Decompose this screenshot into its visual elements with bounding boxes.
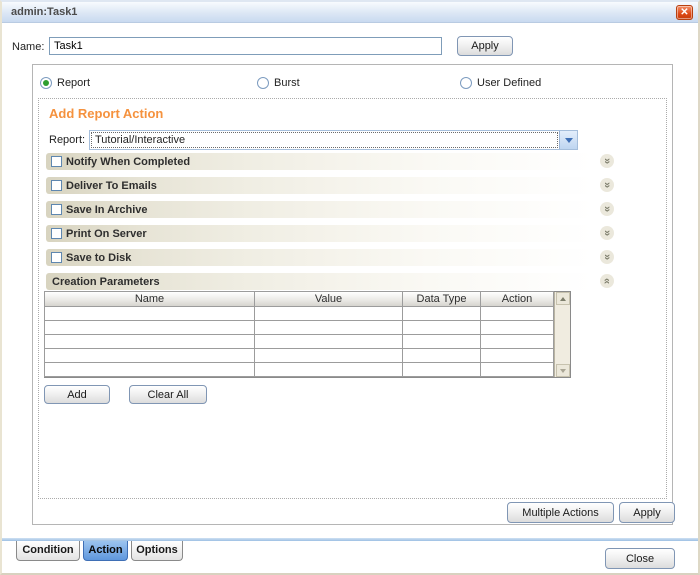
column-header-data-type[interactable]: Data Type [402,291,481,307]
panel-heading: Add Report Action [49,106,164,121]
table-row[interactable] [44,362,554,377]
table-row[interactable] [44,320,554,335]
tab-condition[interactable]: Condition [16,541,80,561]
radio-button-icon [460,77,472,89]
cell-action[interactable] [480,306,554,321]
expand-chevron-icon[interactable] [600,250,614,264]
section-save-in-archive[interactable]: Save In Archive [46,201,593,218]
cell-data-type[interactable] [402,334,481,349]
checkbox-save-archive[interactable] [51,204,62,215]
expand-chevron-icon[interactable] [600,154,614,168]
column-header-name[interactable]: Name [44,291,255,307]
cell-value[interactable] [254,306,403,321]
multiple-actions-button[interactable]: Multiple Actions [507,502,614,523]
column-header-value[interactable]: Value [254,291,403,307]
cell-action[interactable] [480,334,554,349]
cell-action[interactable] [480,320,554,335]
close-icon[interactable]: ✕ [676,5,693,20]
action-apply-button[interactable]: Apply [619,502,675,523]
cell-name[interactable] [44,362,255,377]
cell-name[interactable] [44,334,255,349]
radio-report-label: Report [57,77,91,89]
cell-value[interactable] [254,320,403,335]
task-name-input[interactable] [49,37,442,55]
checkbox-notify[interactable] [51,156,62,167]
cell-name[interactable] [44,320,255,335]
radio-button-icon [257,77,269,89]
radio-report[interactable]: Report [40,76,90,90]
cell-value[interactable] [254,348,403,363]
clear-all-button[interactable]: Clear All [129,385,207,404]
section-save-to-disk[interactable]: Save to Disk [46,249,593,266]
section-deliver-to-emails[interactable]: Deliver To Emails [46,177,593,194]
table-row[interactable] [44,334,554,349]
expand-chevron-icon[interactable] [600,202,614,216]
scroll-down-icon[interactable] [556,364,570,377]
name-apply-button[interactable]: Apply [457,36,513,56]
section-notify-when-completed[interactable]: Notify When Completed [46,153,593,170]
cell-name[interactable] [44,306,255,321]
cell-action[interactable] [480,348,554,363]
name-label: Name: [12,41,45,53]
checkbox-save-disk[interactable] [51,252,62,263]
section-label: Creation Parameters [52,275,160,288]
section-label: Print On Server [66,227,147,240]
screen: admin:Task1 ✕ Name: Apply Report Burst U… [0,0,700,575]
add-button[interactable]: Add [44,385,110,404]
close-button[interactable]: Close [605,548,675,569]
radio-burst-label: Burst [274,77,300,89]
section-label: Save In Archive [66,203,148,216]
section-print-on-server[interactable]: Print On Server [46,225,593,242]
table-row[interactable] [44,348,554,363]
column-header-action[interactable]: Action [480,291,554,307]
creation-parameters-table: Name Value Data Type Action [44,291,571,378]
section-label: Deliver To Emails [66,179,157,192]
cell-data-type[interactable] [402,362,481,377]
collapse-chevron-icon[interactable] [600,274,614,288]
window-title: admin:Task1 [11,6,78,18]
scroll-up-icon[interactable] [556,292,570,305]
tab-action[interactable]: Action [83,541,128,561]
task-dialog: admin:Task1 ✕ Name: Apply Report Burst U… [0,0,700,575]
table-header-row: Name Value Data Type Action [44,291,554,307]
cell-data-type[interactable] [402,320,481,335]
chevron-down-icon[interactable] [559,131,577,149]
cell-action[interactable] [480,362,554,377]
expand-chevron-icon[interactable] [600,226,614,240]
cell-value[interactable] [254,334,403,349]
checkbox-deliver-emails[interactable] [51,180,62,191]
title-bar[interactable]: admin:Task1 ✕ [2,2,698,23]
cell-data-type[interactable] [402,348,481,363]
cell-name[interactable] [44,348,255,363]
report-dropdown[interactable]: Tutorial/Interactive [89,130,578,150]
table-row[interactable] [44,306,554,321]
radio-user-defined[interactable]: User Defined [460,76,541,90]
report-select-label: Report: [49,134,86,146]
report-dropdown-value: Tutorial/Interactive [91,132,558,148]
tab-options[interactable]: Options [131,541,183,561]
expand-chevron-icon[interactable] [600,178,614,192]
checkbox-print-server[interactable] [51,228,62,239]
radio-button-icon [40,77,52,89]
cell-value[interactable] [254,362,403,377]
table-scrollbar[interactable] [554,292,570,377]
section-creation-parameters[interactable]: Creation Parameters [46,273,593,290]
section-label: Notify When Completed [66,155,191,168]
cell-data-type[interactable] [402,306,481,321]
radio-user-defined-label: User Defined [477,77,542,89]
section-label: Save to Disk [66,251,132,264]
radio-burst[interactable]: Burst [257,76,300,90]
